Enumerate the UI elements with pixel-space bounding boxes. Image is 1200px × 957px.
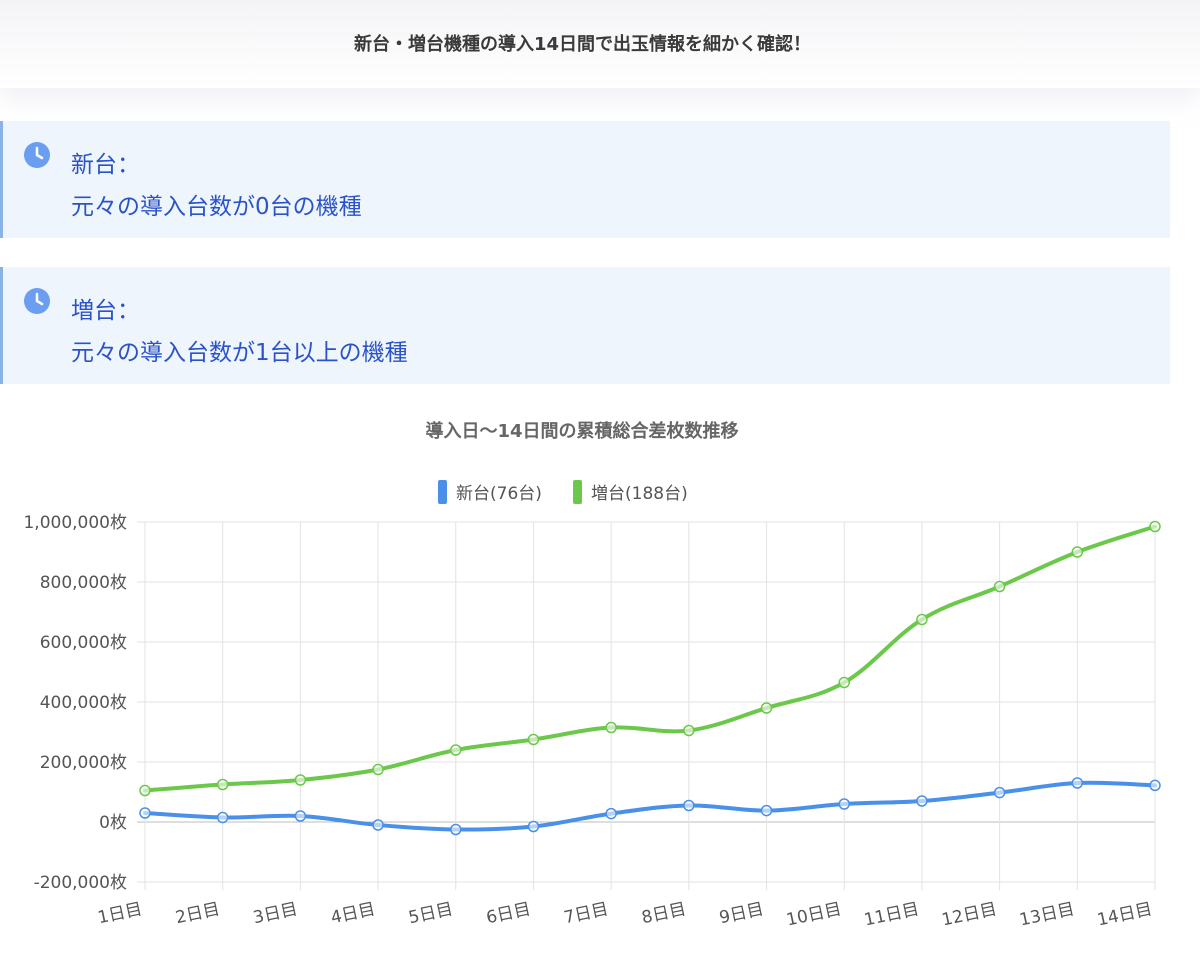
x-tick-label: 6日目 bbox=[484, 899, 532, 928]
data-point[interactable] bbox=[1071, 546, 1084, 558]
x-tick-label: 9日目 bbox=[718, 899, 766, 928]
y-tick-label: 600,000枚 bbox=[40, 633, 127, 653]
data-point[interactable] bbox=[993, 786, 1006, 799]
data-point[interactable] bbox=[450, 823, 462, 836]
data-point[interactable] bbox=[760, 702, 773, 714]
info-box-description: 元々の導入台数が0台の機種 bbox=[71, 194, 362, 220]
x-tick-label: 4日目 bbox=[329, 899, 377, 928]
legend-swatch bbox=[573, 480, 582, 504]
x-tick-label: 12日目 bbox=[940, 899, 999, 930]
data-point[interactable] bbox=[294, 810, 307, 822]
x-tick-label: 1日目 bbox=[96, 899, 144, 928]
series-line bbox=[143, 524, 1157, 793]
x-tick-label: 7日目 bbox=[562, 899, 610, 928]
data-point[interactable] bbox=[1149, 520, 1161, 533]
data-point[interactable] bbox=[605, 721, 617, 734]
data-point[interactable] bbox=[838, 798, 850, 810]
x-tick-label: 5日目 bbox=[407, 899, 455, 928]
data-point[interactable] bbox=[139, 784, 151, 797]
data-point[interactable] bbox=[139, 807, 151, 819]
data-point[interactable] bbox=[760, 804, 773, 817]
data-point[interactable] bbox=[527, 820, 540, 833]
y-tick-label: 200,000枚 bbox=[40, 753, 127, 773]
x-axis: 1日目 2日目 3日目 4日目 5日目 6日目 7日目 8日目 9日目 10日目 11日目 12日目 1… bbox=[96, 899, 1154, 930]
series-points bbox=[139, 520, 1161, 836]
header-text: 新台・増台機種の導入14日間で出玉情報を細かく確認！ bbox=[353, 34, 812, 55]
x-tick-label: 8日目 bbox=[640, 899, 688, 928]
info-box-new: 新台： 元々の導入台数が0台の機種 bbox=[0, 121, 1170, 238]
y-tick-label: 800,000枚 bbox=[40, 573, 127, 593]
info-box-title: 新台： bbox=[71, 152, 140, 178]
legend-label[interactable]: 増台(188台) bbox=[591, 484, 688, 504]
header-banner: 新台・増台機種の導入14日間で出玉情報を細かく確認！ bbox=[0, 0, 1200, 88]
data-point[interactable] bbox=[216, 778, 229, 791]
x-tick-label: 3日目 bbox=[251, 899, 299, 928]
data-point[interactable] bbox=[683, 724, 695, 737]
data-point[interactable] bbox=[527, 733, 540, 746]
y-tick-label: 1,000,000枚 bbox=[23, 513, 127, 533]
legend-swatch bbox=[438, 480, 447, 504]
info-box-added: 増台： 元々の導入台数が1台以上の機種 bbox=[0, 267, 1170, 384]
legend-label[interactable]: 新台(76台) bbox=[456, 484, 542, 504]
y-tick-label: -200,000枚 bbox=[34, 873, 127, 893]
clock-icon bbox=[24, 142, 50, 168]
data-point[interactable] bbox=[216, 811, 229, 824]
x-tick-label: 11日目 bbox=[862, 899, 921, 930]
chart-title: 導入日〜14日間の累積総合差枚数推移 bbox=[425, 420, 738, 442]
y-tick-label: 0枚 bbox=[99, 813, 127, 833]
clock-icon bbox=[24, 288, 50, 314]
y-tick-label: 400,000枚 bbox=[40, 693, 127, 713]
data-point[interactable] bbox=[605, 807, 617, 820]
data-point[interactable] bbox=[683, 799, 695, 812]
x-tick-label: 10日目 bbox=[785, 899, 844, 930]
y-axis: -200,000枚 0枚 200,000枚 400,000枚 600,000枚 800,0… bbox=[23, 513, 127, 893]
data-point[interactable] bbox=[372, 819, 384, 831]
info-box-description: 元々の導入台数が1台以上の機種 bbox=[71, 340, 408, 366]
data-point[interactable] bbox=[916, 613, 928, 626]
x-tick-label: 13日目 bbox=[1018, 899, 1077, 930]
info-box-title: 増台： bbox=[71, 298, 140, 324]
data-point[interactable] bbox=[1149, 779, 1161, 792]
line-chart: 導入日〜14日間の累積総合差枚数推移 新台(76台) 増台(188台) -200,… bbox=[23, 420, 1161, 930]
data-point[interactable] bbox=[838, 676, 850, 689]
x-tick-label: 2日目 bbox=[174, 899, 222, 928]
data-point[interactable] bbox=[1071, 777, 1084, 789]
data-point[interactable] bbox=[372, 763, 384, 776]
chart-legend[interactable]: 新台(76台) 増台(188台) bbox=[438, 480, 688, 504]
x-tick-label: 14日目 bbox=[1095, 899, 1154, 930]
data-point[interactable] bbox=[294, 774, 307, 786]
data-point[interactable] bbox=[450, 744, 462, 756]
data-point[interactable] bbox=[993, 580, 1006, 593]
data-point[interactable] bbox=[916, 795, 928, 807]
chart-grid bbox=[137, 521, 1156, 890]
